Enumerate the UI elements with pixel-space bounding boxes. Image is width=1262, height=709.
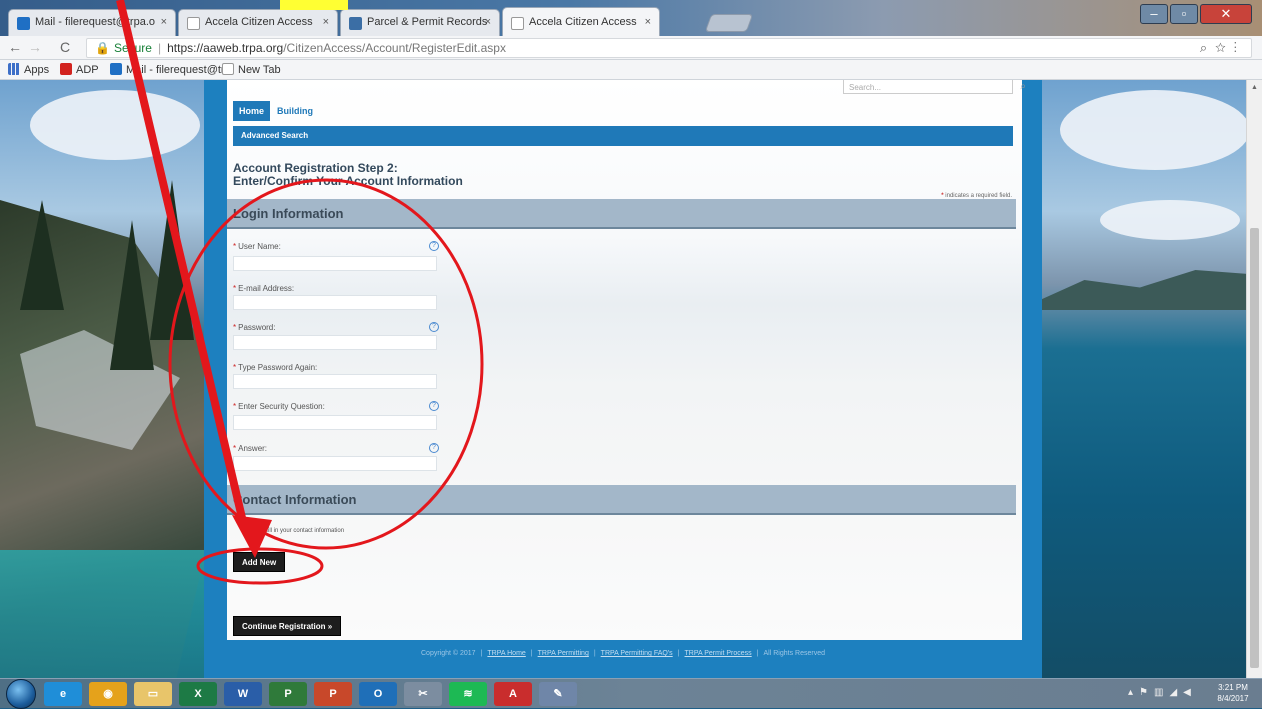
powerpoint-icon[interactable]: P [314,682,352,706]
project-icon[interactable]: P [269,682,307,706]
outlook-icon[interactable]: O [359,682,397,706]
word-icon[interactable]: W [224,682,262,706]
flag-icon: ⚑ [1139,687,1154,698]
explorer-icon[interactable]: ▭ [134,682,172,706]
chrome-icon[interactable]: ◉ [89,682,127,706]
annotation-overlay [116,0,484,585]
annotation-ellipse-form [168,178,484,550]
annotation-ellipse-button [196,547,324,585]
signal-icon: ◢ [1169,687,1184,698]
system-clock[interactable]: 3:21 PM 8/4/2017 [1208,682,1258,704]
windows-taskbar: e ◉ ▭ X W P P O ✂ ≋ A ✎ ▴⚑▥◢◀ 3:21 PM 8/4/2017 [0,678,1262,709]
spotify-icon[interactable]: ≋ [449,682,487,706]
tray-up-icon: ▴ [1128,687,1140,698]
ie-icon[interactable]: e [44,682,82,706]
excel-icon[interactable]: X [179,682,217,706]
system-tray[interactable]: ▴⚑▥◢◀ [1128,687,1197,698]
network-icon: ▥ [1154,687,1170,698]
snipping-icon[interactable]: ✂ [404,682,442,706]
paint-icon[interactable]: ✎ [539,682,577,706]
highlight-mark [280,0,348,10]
volume-icon: ◀ [1183,687,1197,698]
start-button[interactable] [6,679,36,709]
annotation-arrow-shaft [116,0,247,523]
acrobat-icon[interactable]: A [494,682,532,706]
